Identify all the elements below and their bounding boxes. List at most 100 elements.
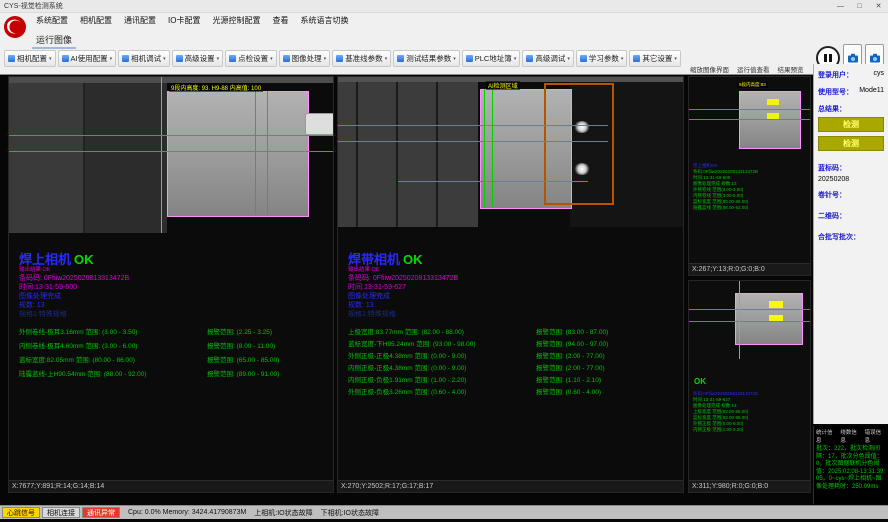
- measurement-text: 内侧正极-负极1.91mm 范围: (1.00 - 2.20): [348, 377, 536, 385]
- center-result-block: 焊带相机OK 输出结果:OK 条码码: 0Ffiiw20250208133134…: [348, 253, 680, 401]
- toolbar-item-icon: [229, 55, 236, 62]
- cpu-memory-text: Cpu: 0.0% Memory: 3424.41790873M: [128, 509, 246, 516]
- toolbar-item-icon: [466, 55, 473, 62]
- camera-connection-indicator: 相机连接: [42, 507, 80, 518]
- model-value[interactable]: Mode11: [859, 87, 884, 97]
- bluecode-label: 蓝标码：: [818, 163, 884, 173]
- measurement-text: 外侧正极-负极3.26mm 范围: (0.60 - 4.00): [348, 389, 536, 397]
- alarm-range: 报警范围: (2.00 - 77.00): [536, 365, 680, 373]
- toolbar-item-icon: [176, 55, 183, 62]
- toolbar-item-icon: [62, 55, 69, 62]
- close-button[interactable]: ✕: [869, 0, 888, 12]
- toolbar-item-image-process[interactable]: 图像处理▾: [279, 50, 331, 67]
- measure-line-green: [689, 309, 810, 310]
- ai-region-box-orange: [544, 83, 614, 205]
- maximize-button[interactable]: □: [850, 0, 869, 12]
- camera-icon: [847, 53, 859, 63]
- menu-item-system-config[interactable]: 系统配置: [30, 15, 74, 26]
- spec-note: 规格1:特殊规格: [19, 310, 329, 319]
- center-camera-image[interactable]: AI检测区域: [338, 77, 683, 227]
- toolbar-item-icon: [8, 55, 15, 62]
- tab-run-values[interactable]: 运行值查看: [737, 64, 770, 74]
- spec-count: 规数: 13: [348, 301, 680, 310]
- toolbar-item-baseline-params[interactable]: 基准线参数▾: [332, 50, 391, 67]
- pause-icon: [829, 54, 832, 62]
- toolbar-item-spot-check[interactable]: 点检设置▾: [225, 50, 277, 67]
- image-shape: [9, 83, 85, 233]
- toolbar-item-test-result-params[interactable]: 测试结果参数▾: [393, 50, 460, 67]
- run-image-tab[interactable]: 运行图像: [32, 32, 76, 49]
- camera-name: 焊上相机: [19, 252, 71, 267]
- header: CYS-视觉检测系统 — □ ✕ 系统配置 相机配置 通讯配置 IO卡配置 光源…: [0, 0, 888, 75]
- alarm-range: 报警范围: (94.00 - 97.00): [536, 341, 680, 349]
- mini-result-lines: 焊上相机OK 条码:0Ffiiw2025020813313472B 时间:13-…: [693, 163, 758, 211]
- chevron-down-icon: ▾: [514, 56, 517, 62]
- mini-line: 陆露蓝线 范围(88.00-92.00): [693, 205, 758, 211]
- stats-panel: 统计信息 绕数信息 错误信息 批次：222，批次检测间隔：17，批次分色阈值：0…: [813, 426, 888, 504]
- login-user-label: 登录用户：: [818, 70, 853, 80]
- menu-item-comm-config[interactable]: 通讯配置: [118, 15, 162, 26]
- process-status: 图像处理完成: [348, 292, 680, 301]
- chevron-down-icon: ▾: [453, 56, 456, 62]
- measurement-text: 内侧正极-正极4.38mm 范围: (0.00 - 9.00): [348, 365, 536, 373]
- model-label: 使用型号：: [818, 87, 853, 97]
- tab-zoom-image[interactable]: 缩放图像界面: [690, 64, 729, 74]
- menu-item-io-config[interactable]: IO卡配置: [162, 15, 206, 26]
- status-bar: 心跳信号 相机连接 通讯异常 Cpu: 0.0% Memory: 3424.41…: [0, 505, 888, 519]
- measurement-rows: 外侧卷线-极耳3.16mm 范围: (3.00 - 3.50)报警范围: (2.…: [19, 329, 329, 379]
- pause-icon: [824, 54, 827, 62]
- menu-item-camera-config[interactable]: 相机配置: [74, 15, 118, 26]
- left-camera-image[interactable]: 9段内高度: 93. H9-88 内高值: 100: [9, 77, 333, 233]
- image-shape: [338, 82, 478, 227]
- chevron-down-icon: ▾: [217, 56, 220, 62]
- menu-item-light-config[interactable]: 光源控制配置: [206, 15, 266, 26]
- crosshair-line-cyan: [161, 77, 162, 233]
- mini-view-bottom[interactable]: OK 条码:0Ffiiw2025020813313472B 时间:13-31-5…: [688, 280, 811, 493]
- mini-view-top[interactable]: 9段内高度:93 焊上相机OK 条码:0Ffiiw202502081331347…: [688, 76, 811, 276]
- chevron-down-icon: ▾: [110, 56, 113, 62]
- measure-line-green: [398, 181, 588, 182]
- result-title: 焊上相机OK: [19, 253, 329, 267]
- status-badge: OK: [74, 252, 94, 267]
- menu-item-view[interactable]: 查看: [266, 15, 294, 26]
- tab-stats-info[interactable]: 统计信息: [816, 428, 837, 444]
- chevron-down-icon: ▾: [621, 56, 624, 62]
- app-window: CYS-视觉检测系统 — □ ✕ 系统配置 相机配置 通讯配置 IO卡配置 光源…: [0, 0, 888, 522]
- toolbar-item-advanced-debug[interactable]: 高级调试▾: [522, 50, 574, 67]
- weld-spot: [574, 163, 590, 175]
- result-status-box: 检测: [818, 117, 884, 132]
- menu-item-language-switch[interactable]: 系统语言切换: [294, 15, 354, 26]
- measurement-row: 外侧正极-正极4.38mm 范围: (0.00 - 9.00)报警范围: (2.…: [348, 353, 680, 361]
- toolbar-item-icon: [336, 55, 343, 62]
- status-badge: OK: [694, 377, 706, 386]
- toolbar-item-camera-debug[interactable]: 相机调试▾: [118, 50, 170, 67]
- tab-winding-info[interactable]: 绕数信息: [840, 428, 861, 444]
- status-badge: OK: [403, 252, 423, 267]
- stats-log-text: 批次：222，批次检测间隔：17，批次分色阈值：0，批次图据联机分色阈值：202…: [816, 446, 886, 491]
- toolbar-item-camera-config[interactable]: 相机配置▾: [4, 50, 56, 67]
- upper-camera-status: 上相机:IO状态故障: [254, 508, 312, 518]
- toolbar-item-advanced-settings[interactable]: 高级设置▾: [172, 50, 224, 67]
- barcode-text: 条码码: 0Ffiiw2025020813313472B: [348, 274, 680, 283]
- measure-line-green: [689, 109, 810, 110]
- measurement-row: 内侧卷线-极耳4.60mm 范围: (3.00 - 6.00)报警范围: (8.…: [19, 343, 329, 351]
- measurement-row: 蓝标宽度:82.05mm 范围: (80.00 - 86.00)报警范围: (6…: [19, 357, 329, 365]
- chevron-down-icon: ▾: [49, 56, 52, 62]
- tab-result-preview[interactable]: 结果预览: [778, 64, 804, 74]
- measure-line-green: [338, 141, 608, 142]
- overlay-label: 9段内高度:93: [737, 82, 768, 88]
- toolbar-item-icon: [633, 55, 640, 62]
- minimize-button[interactable]: —: [831, 0, 850, 12]
- measure-line-green: [689, 119, 810, 120]
- window-title: CYS-视觉检测系统: [4, 1, 63, 11]
- toolbar-item-ai-config[interactable]: AI使用配置▾: [58, 50, 117, 67]
- measurement-text: 外侧卷线-极耳3.16mm 范围: (3.00 - 3.50): [19, 329, 207, 337]
- center-camera-view: AI检测区域 焊带相机OK 输出结果:OK 条码码: 0Ffiiw2025020…: [337, 76, 684, 493]
- toolbar-item-other-settings[interactable]: 其它设置▾: [629, 50, 681, 67]
- tab-error-info[interactable]: 错误信息: [865, 428, 886, 444]
- measure-line-green: [255, 91, 256, 215]
- toolbar-item-learning-params[interactable]: 学习参数▾: [576, 50, 628, 67]
- timestamp-text: 时间:13-31-59-600: [19, 283, 329, 292]
- overlay-highlight-yellow: [769, 301, 783, 308]
- toolbar-item-plc-address[interactable]: PLC地址簿▾: [462, 50, 521, 67]
